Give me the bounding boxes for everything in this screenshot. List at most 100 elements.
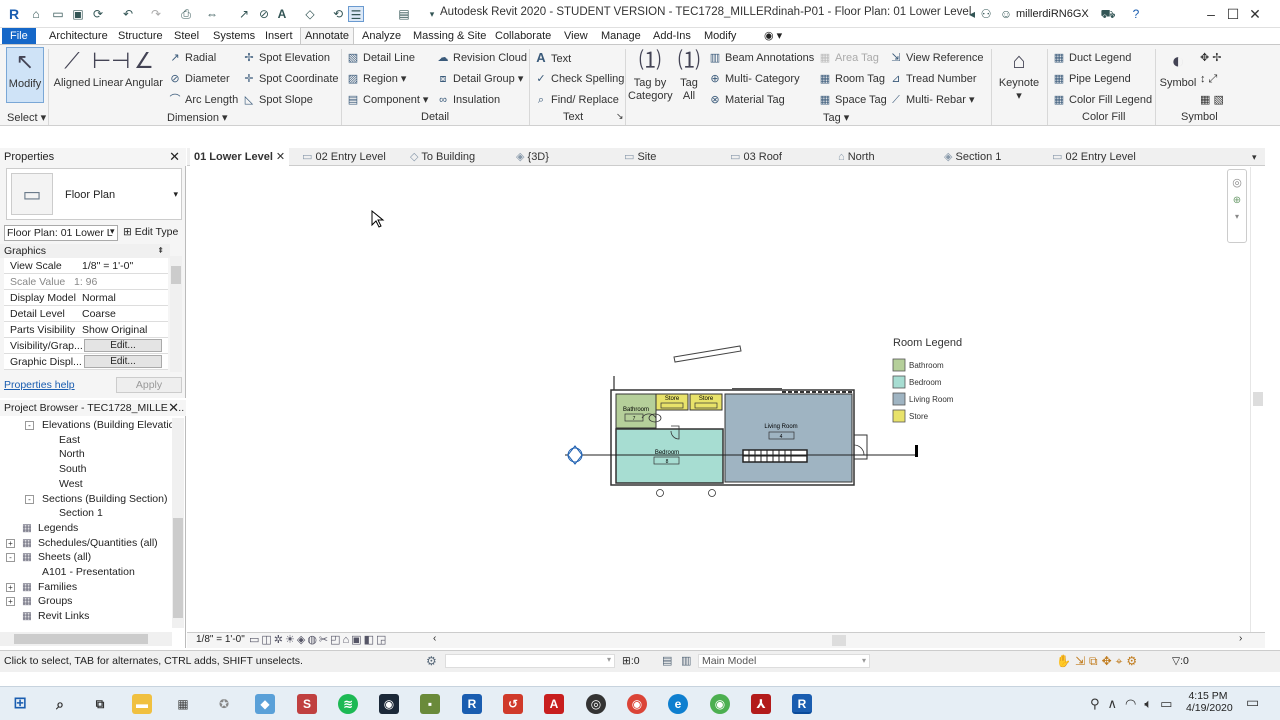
- view-tab[interactable]: ▭ Site: [624, 148, 656, 166]
- component-button[interactable]: ▤ Component ▾: [346, 92, 429, 108]
- stair-path-icon[interactable]: ▦ ▧: [1200, 92, 1224, 108]
- symbol-button[interactable]: ◐ Symbol: [1158, 47, 1198, 90]
- section-icon[interactable]: ⟲: [330, 6, 346, 22]
- spot-coordinate-button[interactable]: ✛ Spot Coordinate: [242, 71, 338, 87]
- text-panel-launcher-icon[interactable]: ↘: [616, 111, 624, 122]
- user-name[interactable]: millerdiRN6GX: [1016, 8, 1089, 20]
- view-tab[interactable]: ⌂ North: [838, 148, 875, 166]
- minecraft-icon[interactable]: ▪: [420, 694, 440, 714]
- multi-category-button[interactable]: ⊕ Multi- Category: [708, 71, 799, 87]
- view-tab[interactable]: ▭ 02 Entry Level: [302, 148, 386, 166]
- duct-legend-button[interactable]: ▦ Duct Legend: [1052, 50, 1132, 66]
- canvas-vertical-scrollbar[interactable]: [1250, 167, 1264, 632]
- acrobat-icon[interactable]: ⅄: [751, 694, 771, 714]
- browser-item[interactable]: Elevations (Building Elevatio: [42, 418, 175, 432]
- measure-icon[interactable]: ⇔: [204, 6, 220, 22]
- tag-panel-label[interactable]: Tag ▾: [823, 111, 849, 124]
- view-tab[interactable]: ◈ {3D}: [516, 148, 549, 166]
- file-explorer-icon[interactable]: ▬: [132, 694, 152, 714]
- thin-lines-icon[interactable]: ☰: [348, 6, 364, 22]
- browser-item[interactable]: Legends: [38, 521, 78, 535]
- user-icon[interactable]: ☺: [998, 6, 1014, 22]
- find-replace-button[interactable]: ⌕ Find/ Replace: [534, 92, 619, 108]
- binoculars-icon[interactable]: ⚇: [978, 6, 994, 22]
- tab-systems[interactable]: Systems: [209, 28, 259, 44]
- notepad-icon[interactable]: ◆: [255, 694, 275, 714]
- view-control-icons[interactable]: ▭◫✲☀◈◍✂◰⌂▣◧◲: [249, 633, 388, 646]
- radial-button[interactable]: ↗ Radial: [168, 50, 216, 66]
- beam-system-icon[interactable]: ↕ ⤢: [1200, 71, 1217, 87]
- notifications-icon[interactable]: ▭: [1246, 694, 1259, 711]
- tab-insert[interactable]: Insert: [261, 28, 297, 44]
- close-properties-icon[interactable]: ✕: [169, 148, 180, 166]
- prop-row-detail-level[interactable]: Detail Level Coarse: [4, 306, 168, 322]
- browser-item[interactable]: North: [59, 447, 85, 461]
- prop-row-display-model[interactable]: Display Model Normal: [4, 290, 168, 306]
- app-icon[interactable]: ✪: [214, 694, 234, 714]
- graphics-group-header[interactable]: Graphics ⇞: [0, 244, 170, 258]
- revit-taskbar-icon[interactable]: R: [462, 694, 482, 714]
- arc-length-button[interactable]: ⌒ Arc Length: [168, 92, 239, 108]
- browser-item[interactable]: A101 - Presentation: [42, 565, 135, 579]
- detail-group-button[interactable]: ⧈ Detail Group ▾: [436, 71, 524, 87]
- steering-wheel-icon[interactable]: ◎: [1228, 176, 1246, 189]
- sync-icon[interactable]: ⟳: [90, 6, 106, 22]
- hscroll-left-icon[interactable]: ‹: [433, 633, 436, 644]
- print-icon[interactable]: ⎙: [178, 6, 194, 22]
- view-reference-button[interactable]: ⇲ View Reference: [889, 50, 983, 66]
- redo-icon[interactable]: ↷: [148, 6, 164, 22]
- beam-annotations-button[interactable]: ▥ Beam Annotations: [708, 50, 815, 66]
- workset-icon[interactable]: ⚙: [426, 654, 437, 668]
- sketchup-icon[interactable]: S: [297, 694, 317, 714]
- room-living[interactable]: [724, 393, 853, 483]
- edit-type-button[interactable]: ⊞ Edit Type: [123, 226, 178, 238]
- calculator-icon[interactable]: ▦: [173, 694, 193, 714]
- view-tab[interactable]: ▭ 03 Roof: [730, 148, 782, 166]
- design-options-icon[interactable]: ▤: [662, 654, 672, 667]
- aligned-dim-button[interactable]: ⟋ Aligned: [52, 47, 92, 90]
- tree-toggle-icon[interactable]: -: [6, 553, 15, 563]
- undo-icon[interactable]: ↶: [120, 6, 136, 22]
- clock[interactable]: 4:15 PM 4/19/2020: [1186, 690, 1233, 714]
- spotify-icon[interactable]: ≋: [338, 694, 358, 714]
- steam-icon[interactable]: ◉: [379, 694, 399, 714]
- save-icon[interactable]: ▣: [70, 6, 86, 22]
- switch-windows-icon[interactable]: ▤: [396, 6, 412, 22]
- tab-collaborate[interactable]: Collaborate: [491, 28, 555, 44]
- select-dropdown[interactable]: Select ▾: [7, 111, 46, 124]
- browser-item[interactable]: Sections (Building Section): [42, 492, 167, 506]
- model-icon[interactable]: ▥: [681, 654, 691, 667]
- hscroll-right-icon[interactable]: ›: [1239, 633, 1242, 644]
- text-icon[interactable]: A: [274, 6, 290, 22]
- maximize-button[interactable]: ☐: [1222, 3, 1244, 25]
- instance-selector[interactable]: Floor Plan: 01 Lower L: [4, 225, 118, 241]
- text-button[interactable]: A Text: [534, 50, 571, 66]
- tab-steel[interactable]: Steel: [170, 28, 203, 44]
- browser-item[interactable]: West: [59, 477, 83, 491]
- tread-number-button[interactable]: ⊿ Tread Number: [889, 71, 976, 87]
- prop-row-parts-visibility[interactable]: Parts Visibility Show Original: [4, 322, 168, 338]
- linear-dim-button[interactable]: ⊢⊣ Linear: [92, 47, 130, 90]
- customize-qat-icon[interactable]: ▾: [424, 6, 440, 22]
- ribbon-minimize-icon[interactable]: ◉ ▾: [760, 28, 786, 44]
- browser-item[interactable]: Groups: [38, 594, 72, 608]
- diameter-button[interactable]: ⊘ Diameter: [168, 71, 229, 87]
- tray-icons[interactable]: ⚲∧◠🔈︎▭: [1090, 696, 1180, 712]
- browser-hscrollbar[interactable]: [0, 632, 172, 646]
- 3d-view-icon[interactable]: ◇: [302, 6, 318, 22]
- insulation-button[interactable]: ∞ Insulation: [436, 92, 500, 108]
- browser-scrollbar[interactable]: [172, 418, 184, 628]
- properties-scrollbar[interactable]: [170, 256, 182, 372]
- space-tag-button[interactable]: ▦ Space Tag: [818, 92, 887, 108]
- graphic-display-edit-button[interactable]: Edit...: [84, 355, 162, 368]
- span-direction-icon[interactable]: ✥ ✢: [1200, 50, 1222, 66]
- color-fill-legend-button[interactable]: ▦ Color Fill Legend: [1052, 92, 1152, 108]
- task-view-icon[interactable]: ⧉: [90, 694, 110, 714]
- tab-modify[interactable]: Modify: [700, 28, 740, 44]
- minimize-button[interactable]: –: [1200, 3, 1222, 25]
- dimension-icon[interactable]: ↗: [236, 6, 252, 22]
- area-tag-button[interactable]: ▦ Area Tag: [818, 50, 879, 66]
- grid-bubble[interactable]: [656, 489, 664, 497]
- close-view-tab-icon[interactable]: ✕: [273, 151, 285, 163]
- tag-all-button[interactable]: ⑴ Tag All: [674, 47, 704, 103]
